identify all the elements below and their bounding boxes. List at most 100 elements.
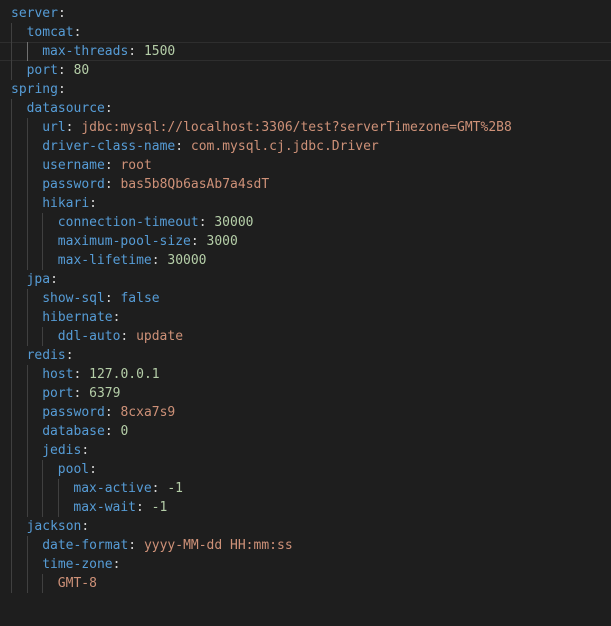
indent-guide — [11, 479, 12, 498]
indent-guide — [11, 175, 12, 194]
yaml-key: max-lifetime — [57, 253, 152, 268]
code-line[interactable]: username: root — [0, 156, 611, 175]
code-line[interactable]: driver-class-name: com.mysql.cj.jdbc.Dri… — [0, 137, 611, 156]
code-line[interactable]: max-threads: 1500 — [0, 42, 611, 61]
code-line[interactable]: server: — [0, 4, 611, 23]
code-line[interactable]: jackson: — [0, 517, 611, 536]
indent-guide — [26, 555, 28, 574]
yaml-key: ddl-auto — [57, 329, 121, 344]
yaml-key: jackson — [26, 519, 82, 534]
yaml-key: connection-timeout — [57, 215, 199, 230]
indent-guide — [26, 403, 28, 422]
code-text: server: — [11, 4, 66, 23]
code-line[interactable]: password: bas5b8Qb6asAb7a4sdT — [0, 175, 611, 194]
yaml-colon: : — [50, 272, 58, 287]
indent-guide — [11, 194, 12, 213]
indent-guide — [11, 42, 12, 61]
code-line[interactable]: max-active: -1 — [0, 479, 611, 498]
yaml-key: driver-class-name — [42, 139, 176, 154]
code-line[interactable]: GMT-8 — [0, 574, 611, 593]
code-line[interactable]: host: 127.0.0.1 — [0, 365, 611, 384]
indent-guide — [11, 555, 12, 574]
code-line[interactable]: jedis: — [0, 441, 611, 460]
code-line[interactable]: pool: — [0, 460, 611, 479]
indent-guide — [42, 251, 44, 270]
indent-guide — [11, 517, 12, 536]
yaml-key: hikari — [42, 196, 90, 211]
indent-guide — [26, 232, 28, 251]
code-text: driver-class-name: com.mysql.cj.jdbc.Dri… — [42, 137, 379, 156]
code-text: tomcat: — [27, 23, 82, 42]
code-line[interactable]: show-sql: false — [0, 289, 611, 308]
indent-guide — [26, 289, 28, 308]
code-line[interactable]: password: 8cxa7s9 — [0, 403, 611, 422]
indent-guide — [11, 213, 12, 232]
yaml-colon: : — [104, 158, 113, 173]
code-text: connection-timeout: 30000 — [58, 213, 254, 232]
indent-guide — [11, 137, 12, 156]
indent-guide — [42, 574, 44, 593]
yaml-key: max-wait — [73, 500, 137, 515]
code-line[interactable]: max-wait: -1 — [0, 498, 611, 517]
yaml-value: false — [120, 291, 160, 306]
yaml-key: password — [42, 177, 105, 192]
indent-guide — [11, 251, 12, 270]
code-line[interactable]: database: 0 — [0, 422, 611, 441]
code-text: database: 0 — [42, 422, 128, 441]
indent-guide — [26, 194, 28, 213]
code-line[interactable]: spring: — [0, 80, 611, 99]
indent-guide — [11, 118, 12, 137]
code-text: pool: — [58, 460, 97, 479]
code-text: url: jdbc:mysql://localhost:3306/test?se… — [42, 118, 512, 137]
yaml-key: max-active — [73, 481, 152, 496]
indent-guide — [42, 479, 44, 498]
yaml-value: 80 — [73, 63, 90, 78]
yaml-key: hibernate — [42, 310, 113, 325]
indent-guide — [26, 498, 28, 517]
yaml-colon: : — [104, 424, 113, 439]
yaml-colon: : — [120, 329, 129, 344]
yaml-key: port — [42, 386, 74, 401]
indent-guide — [26, 42, 28, 61]
code-line[interactable]: date-format: yyyy-MM-dd HH:mm:ss — [0, 536, 611, 555]
code-line[interactable]: maximum-pool-size: 3000 — [0, 232, 611, 251]
code-line[interactable]: tomcat: — [0, 23, 611, 42]
code-line[interactable]: datasource: — [0, 99, 611, 118]
yaml-key: database — [42, 424, 105, 439]
yaml-colon: : — [175, 139, 184, 154]
indent-guide — [11, 327, 12, 346]
yaml-colon: : — [57, 63, 66, 78]
yaml-key: date-format — [42, 538, 129, 553]
yaml-value: 30000 — [214, 215, 254, 230]
yaml-key: port — [26, 63, 58, 78]
code-text: port: 80 — [27, 61, 90, 80]
yaml-colon: : — [104, 101, 113, 116]
code-line[interactable]: max-lifetime: 30000 — [0, 251, 611, 270]
code-text: jpa: — [27, 270, 58, 289]
code-line[interactable]: ddl-auto: update — [0, 327, 611, 346]
yaml-colon: : — [198, 215, 207, 230]
code-line[interactable]: port: 80 — [0, 61, 611, 80]
code-line[interactable]: url: jdbc:mysql://localhost:3306/test?se… — [0, 118, 611, 137]
code-line[interactable]: time-zone: — [0, 555, 611, 574]
code-line[interactable]: port: 6379 — [0, 384, 611, 403]
indent-guide — [42, 232, 44, 251]
yaml-key: username — [42, 158, 105, 173]
indent-guide — [26, 365, 28, 384]
indent-guide — [26, 460, 28, 479]
code-lines[interactable]: server: tomcat: max-threads: 1500 port: 80 s… — [0, 4, 611, 593]
code-line[interactable]: hikari: — [0, 194, 611, 213]
indent-guide — [26, 213, 28, 232]
code-line[interactable]: jpa: — [0, 270, 611, 289]
code-text: password: bas5b8Qb6asAb7a4sdT — [42, 175, 269, 194]
yaml-key: url — [42, 120, 66, 135]
code-line[interactable]: connection-timeout: 30000 — [0, 213, 611, 232]
code-text: show-sql: false — [42, 289, 159, 308]
yaml-value: 6379 — [89, 386, 121, 401]
indent-guide — [26, 118, 28, 137]
code-line[interactable]: hibernate: — [0, 308, 611, 327]
code-text: spring: — [11, 80, 66, 99]
code-line[interactable]: redis: — [0, 346, 611, 365]
yaml-colon: : — [104, 177, 113, 192]
code-editor[interactable]: server: tomcat: max-threads: 1500 port: 80 s… — [0, 0, 611, 626]
